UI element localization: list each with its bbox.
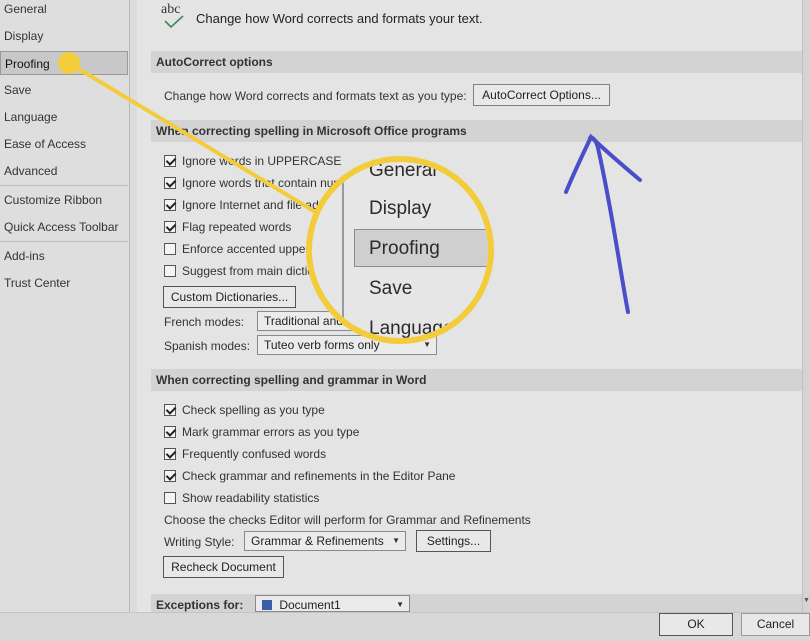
sidebar-item-quick-access-toolbar[interactable]: Quick Access Toolbar [0,215,128,239]
checkbox-label: Frequently confused words [182,447,327,461]
exceptions-value: Document1 [279,598,341,612]
magnifier-callout: General Display Proofing Save Language [306,156,494,344]
checkbox-checked[interactable] [164,426,176,438]
magnified-item-language: Language [369,318,454,339]
exceptions-document-select[interactable]: Document1 ▼ [255,595,410,612]
chevron-down-icon: ▼ [392,536,400,545]
writing-style-label: Writing Style: [164,535,235,549]
sidebar-item-language[interactable]: Language [0,105,128,129]
magnified-item-proofing: Proofing [369,238,440,259]
checkbox-unchecked[interactable] [164,243,176,255]
checkbox-checked[interactable] [164,177,176,189]
sidebar-item-display[interactable]: Display [0,24,128,48]
spanish-modes-value: Tuteo verb forms only [264,338,380,352]
document-icon [262,600,272,610]
section-exceptions: Exceptions for: [151,594,802,612]
french-modes-label: French modes: [164,315,245,329]
sidebar-item-save[interactable]: Save [0,78,128,102]
check-flag-repeated-words[interactable]: Flag repeated words [164,218,291,236]
settings-button[interactable]: Settings... [416,530,491,552]
sidebar-item-advanced[interactable]: Advanced [0,159,128,183]
checkbox-unchecked[interactable] [164,492,176,504]
ok-button[interactable]: OK [659,613,733,636]
sidebar-item-add-ins[interactable]: Add-ins [0,244,128,268]
exceptions-label: Exceptions for: [156,598,244,612]
dialog-footer: OK Cancel [0,612,810,641]
sidebar-item-trust-center[interactable]: Trust Center [0,271,128,295]
checkbox-label: Check spelling as you type [182,403,325,417]
checkbox-label: Flag repeated words [182,220,292,234]
highlight-dot [58,52,80,74]
editor-checks-label: Choose the checks Editor will perform fo… [164,513,531,527]
checkbox-checked[interactable] [164,470,176,482]
proofing-check-icon [164,15,184,29]
checkbox-checked[interactable] [164,155,176,167]
sidebar-item-customize-ribbon[interactable]: Customize Ribbon [0,188,128,212]
check-grammar-editor-pane[interactable]: Check grammar and refinements in the Edi… [164,467,455,485]
checkbox-checked[interactable] [164,448,176,460]
vertical-scrollbar[interactable] [802,0,810,612]
cancel-button[interactable]: Cancel [741,613,810,636]
word-options-dialog: General Display Proofing Save Language E… [0,0,810,641]
section-office-spelling: When correcting spelling in Microsoft Of… [151,120,802,142]
sidebar-item-ease-of-access[interactable]: Ease of Access [0,132,128,156]
check-mark-grammar-errors[interactable]: Mark grammar errors as you type [164,423,359,441]
checkbox-checked[interactable] [164,199,176,211]
magnified-item-general: General [369,160,437,181]
spanish-modes-label: Spanish modes: [164,339,251,353]
autocorrect-label: Change how Word corrects and formats tex… [164,89,467,103]
writing-style-value: Grammar & Refinements [251,534,384,548]
section-word-spelling: When correcting spelling and grammar in … [151,369,802,391]
autocorrect-options-button[interactable]: AutoCorrect Options... [473,84,610,106]
checkbox-label: Ignore words in UPPERCASE [182,154,342,168]
writing-style-select[interactable]: Grammar & Refinements ▼ [244,531,406,551]
section-autocorrect-options: AutoCorrect options [151,51,802,73]
check-spelling-as-you-type[interactable]: Check spelling as you type [164,401,325,419]
check-readability-statistics[interactable]: Show readability statistics [164,489,319,507]
magnified-item-display: Display [369,198,432,219]
chevron-down-icon: ▼ [396,600,404,609]
check-ignore-uppercase[interactable]: Ignore words in UPPERCASE [164,152,341,170]
magnified-divider [342,162,344,338]
sidebar-item-general[interactable]: General [0,0,128,21]
recheck-document-button[interactable]: Recheck Document [163,556,284,578]
check-frequently-confused-words[interactable]: Frequently confused words [164,445,326,463]
scroll-down-arrow-icon[interactable]: ▼ [803,596,810,606]
checkbox-label: Show readability statistics [182,491,320,505]
checkbox-label: Mark grammar errors as you type [182,425,360,439]
magnified-item-save: Save [369,278,413,299]
custom-dictionaries-button[interactable]: Custom Dictionaries... [163,286,296,308]
proofing-description: Change how Word corrects and formats you… [196,11,483,26]
options-sidebar: General Display Proofing Save Language E… [0,0,130,612]
checkbox-label: Check grammar and refinements in the Edi… [182,469,456,483]
sidebar-divider [0,185,128,186]
checkbox-checked[interactable] [164,221,176,233]
checkbox-unchecked[interactable] [164,265,176,277]
sidebar-divider [0,241,128,242]
checkbox-checked[interactable] [164,404,176,416]
